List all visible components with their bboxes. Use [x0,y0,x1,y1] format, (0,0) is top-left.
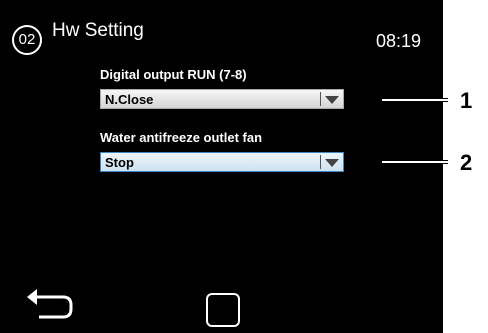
home-square-icon[interactable] [206,293,240,327]
dropdown-digital-output[interactable]: N.Close [100,89,344,109]
chevron-down-icon[interactable] [325,159,339,167]
device-screen: 02 Hw Setting 08:19 Digital output RUN (… [0,0,443,333]
dropdown-divider [320,92,321,106]
chevron-down-icon[interactable] [325,96,339,104]
dropdown-divider [320,155,321,169]
page-number-badge: 02 [12,25,42,55]
back-arrow-icon[interactable] [25,287,77,325]
dropdown-water-antifreeze[interactable]: Stop [100,152,344,172]
callout-number-2: 2 [460,150,473,175]
dropdown-value: Stop [105,155,134,170]
callout-leader-2 [382,160,448,164]
callout-leader-1 [382,98,448,102]
field-label-digital-output: Digital output RUN (7-8) [100,67,247,82]
field-label-water-antifreeze: Water antifreeze outlet fan [100,130,263,145]
page-title: Hw Setting [52,20,144,41]
dropdown-value: N.Close [105,92,154,107]
clock: 08:19 [376,31,422,51]
callout-number-1: 1 [460,88,473,113]
